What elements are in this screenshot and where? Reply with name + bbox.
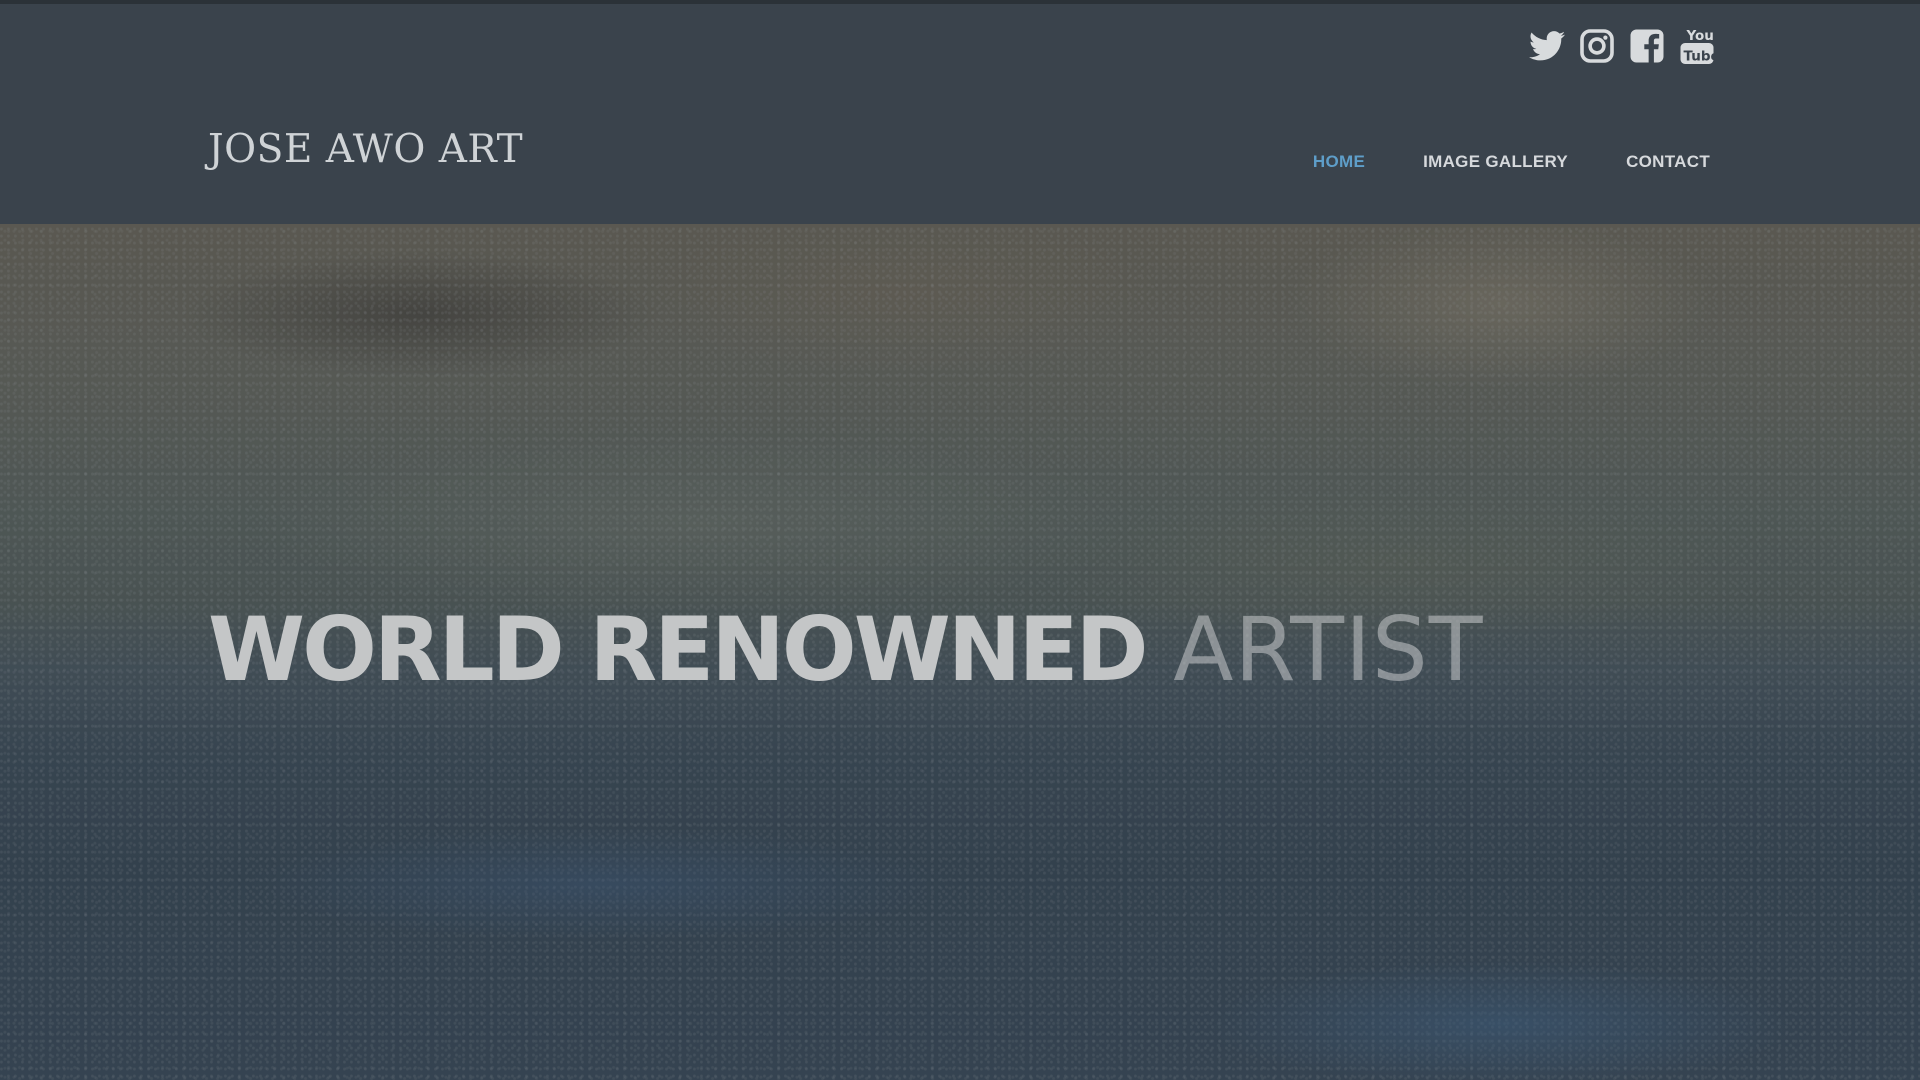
hero-section: WORLD RENOWNED ARTIST	[0, 224, 1920, 1080]
twitter-icon	[1529, 31, 1565, 61]
hero-headline-light: ARTIST	[1173, 598, 1484, 701]
nav-item-image-gallery[interactable]: IMAGE GALLERY	[1423, 152, 1568, 172]
hero-headline: WORLD RENOWNED ARTIST	[208, 606, 1484, 694]
twitter-link[interactable]	[1528, 24, 1566, 68]
facebook-link[interactable]	[1628, 24, 1666, 68]
instagram-icon	[1579, 28, 1615, 64]
social-links: You Tube	[1528, 22, 1716, 70]
svg-text:You: You	[1686, 28, 1714, 44]
youtube-icon: You Tube	[1679, 25, 1715, 67]
nav-item-contact[interactable]: CONTACT	[1626, 152, 1710, 172]
nav-item-home[interactable]: HOME	[1313, 152, 1365, 172]
main-nav: HOME IMAGE GALLERY CONTACT	[1313, 152, 1710, 172]
hero-headline-bold: WORLD RENOWNED	[208, 598, 1149, 701]
facebook-icon	[1629, 28, 1665, 64]
site-logo[interactable]: JOSE AWO ART	[208, 130, 523, 169]
page: You Tube JOSE AWO ART HOME IMAGE GALLERY…	[0, 0, 1920, 1080]
instagram-link[interactable]	[1578, 24, 1616, 68]
youtube-link[interactable]: You Tube	[1678, 24, 1716, 68]
site-header: You Tube JOSE AWO ART HOME IMAGE GALLERY…	[0, 0, 1920, 224]
svg-text:Tube: Tube	[1684, 48, 1716, 64]
